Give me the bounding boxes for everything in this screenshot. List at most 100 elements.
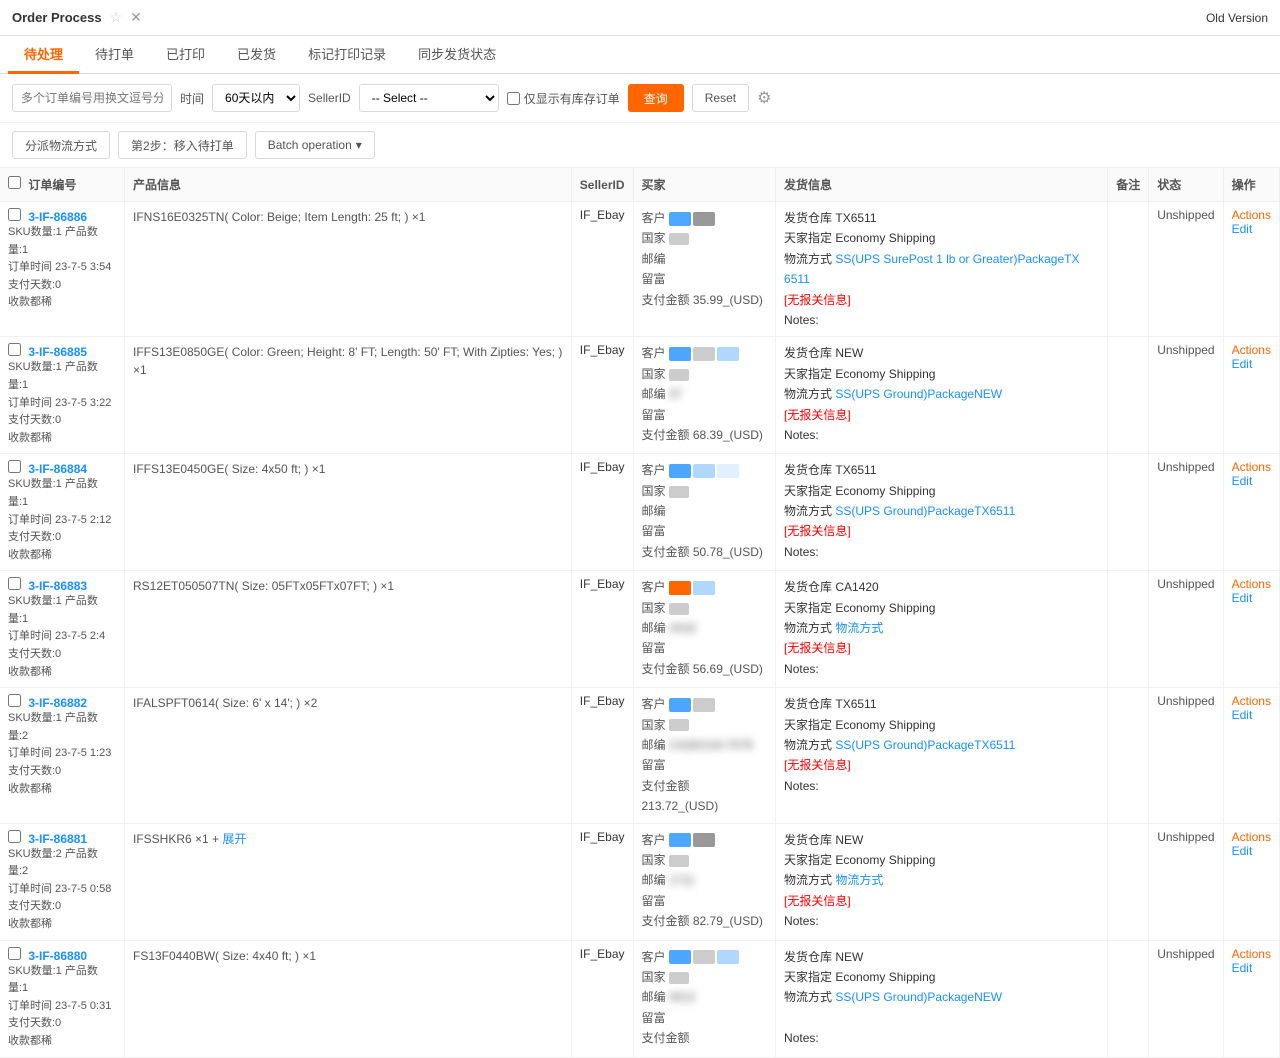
tab-pending-print[interactable]: 待打单 (79, 36, 150, 74)
window-title: Order Process (12, 10, 102, 25)
time-select[interactable]: 60天以内 30天以内 7天以内 (212, 84, 300, 112)
orders-table: 订单编号 产品信息 SellerID 买家 发货信息 备注 状态 操作 3-IF… (0, 168, 1280, 1058)
actions-container: Actions Edit (1232, 208, 1271, 236)
actions-button[interactable]: Actions (1232, 460, 1271, 474)
buyer-info: 客户 国家 邮编 CA)92118-7079 留富 支付金额 213.72_(U… (642, 694, 768, 816)
order-id-link[interactable]: 3-IF-86884 (28, 462, 87, 476)
stock-only-checkbox-label[interactable]: 仅显示有库存订单 (507, 90, 620, 107)
buyer-info: 客户 国家 邮编 1711 留富 支付金额 82.79_(USD) (642, 830, 768, 932)
actions-button[interactable]: Actions (1232, 947, 1271, 961)
col-order-id: 订单编号 (0, 168, 124, 202)
no-info-label: [无报关信息] (784, 894, 851, 908)
col-product-info: 产品信息 (124, 168, 571, 202)
row-checkbox-5[interactable] (8, 830, 21, 843)
time-label: 时间 (180, 90, 204, 107)
no-info-label: [无报关信息] (784, 524, 851, 538)
logistics-link[interactable]: SS(UPS Ground)PackageTX6511 (835, 738, 1015, 752)
shipping-info-cell: 发货仓库 CA1420 天家指定 Economy Shipping 物流方式 物… (776, 571, 1108, 688)
tab-shipped[interactable]: 已发货 (221, 36, 292, 74)
order-id-link[interactable]: 3-IF-86882 (28, 696, 87, 710)
batch-operation-button[interactable]: Batch operation ▾ (255, 131, 375, 159)
buyer-zip: CA)92118-7079 (669, 735, 753, 755)
tab-processing[interactable]: 待处理 (8, 36, 79, 74)
close-icon[interactable]: ✕ (130, 9, 142, 26)
status-badge: Unshipped (1157, 830, 1214, 844)
product-info: IFFS13E0850GE( Color: Green; Height: 8' … (133, 343, 563, 379)
buyer-zip: 2418 (669, 618, 696, 638)
logistics-link[interactable]: SS(UPS SurePost 1 lb or Greater)PackageT… (784, 252, 1079, 286)
edit-button[interactable]: Edit (1232, 474, 1253, 488)
status-cell: Unshipped (1149, 823, 1223, 940)
tab-sync-status[interactable]: 同步发货状态 (402, 36, 512, 74)
row-checkbox-1[interactable] (8, 343, 21, 356)
order-id-cell: 3-IF-86880 SKU数量:1 产品数量:1 订单时间 23-7-5 0:… (0, 940, 124, 1057)
expand-link[interactable]: 展开 (222, 832, 246, 846)
table-header-row: 订单编号 产品信息 SellerID 买家 发货信息 备注 状态 操作 (0, 168, 1280, 202)
buyer-cell: 客户 国家 邮编 2418 留富 支付金额 56.69_(USD) (633, 571, 776, 688)
filter-icon[interactable]: ⚙ (757, 88, 771, 108)
stock-only-checkbox[interactable] (507, 92, 520, 105)
actions-cell: Actions Edit (1223, 454, 1279, 571)
shipping-info: 发货仓库 NEW 天家指定 Economy Shipping 物流方式 SS(U… (784, 343, 1099, 445)
search-button[interactable]: 查询 (628, 84, 684, 112)
row-checkbox-3[interactable] (8, 577, 21, 590)
buyer-info: 客户 国家 邮编 2418 留富 支付金额 56.69_(USD) (642, 577, 768, 679)
edit-button[interactable]: Edit (1232, 222, 1253, 236)
step2-button[interactable]: 第2步：移入待打单 (118, 131, 247, 159)
edit-button[interactable]: Edit (1232, 961, 1253, 975)
order-id-link[interactable]: 3-IF-86885 (28, 345, 87, 359)
row-checkbox-4[interactable] (8, 694, 21, 707)
star-icon[interactable]: ☆ (110, 9, 123, 26)
edit-button[interactable]: Edit (1232, 708, 1253, 722)
logistics-link[interactable]: 物流方式 (835, 873, 883, 887)
buyer-cell: 客户 国家 邮编 37 留富 支付金额 68.39_(USD) (633, 337, 776, 454)
seller-id-cell: IF_Ebay (571, 940, 633, 1057)
notes-cell (1108, 823, 1149, 940)
seller-id-select[interactable]: -- Select -- (359, 84, 499, 112)
logistics-link[interactable]: 物流方式 (835, 621, 883, 635)
actions-button[interactable]: Actions (1232, 577, 1271, 591)
buyer-zip: 1711 (669, 870, 695, 890)
notes-cell (1108, 202, 1149, 337)
status-cell: Unshipped (1149, 571, 1223, 688)
status-cell: Unshipped (1149, 454, 1223, 571)
buyer-info: 客户 国家 邮编 3012 留富 支付金额 (642, 947, 768, 1049)
row-checkbox-2[interactable] (8, 460, 21, 473)
order-id-link[interactable]: 3-IF-86883 (28, 579, 87, 593)
order-id-cell: 3-IF-86884 SKU数量:1 产品数量:1 订单时间 23-7-5 2:… (0, 454, 124, 571)
seller-id-value: IF_Ebay (580, 577, 625, 591)
actions-button[interactable]: Actions (1232, 830, 1271, 844)
tab-print-records[interactable]: 标记打印记录 (292, 36, 402, 74)
actions-button[interactable]: Actions (1232, 694, 1271, 708)
stock-only-label: 仅显示有库存订单 (524, 90, 620, 107)
order-id-link[interactable]: 3-IF-86880 (28, 949, 87, 963)
shipping-info: 发货仓库 TX6511 天家指定 Economy Shipping 物流方式 S… (784, 208, 1099, 330)
edit-button[interactable]: Edit (1232, 357, 1253, 371)
chevron-down-icon: ▾ (356, 138, 362, 152)
select-all-checkbox[interactable] (8, 176, 21, 189)
logistics-link[interactable]: SS(UPS Ground)PackageNEW (835, 387, 1002, 401)
row-checkbox-0[interactable] (8, 208, 21, 221)
logistics-link[interactable]: SS(UPS Ground)PackageNEW (835, 990, 1002, 1004)
actions-button[interactable]: Actions (1232, 208, 1271, 222)
order-id-cell: 3-IF-86882 SKU数量:1 产品数量:2 订单时间 23-7-5 1:… (0, 688, 124, 823)
seller-id-value: IF_Ebay (580, 947, 625, 961)
orders-table-container: 订单编号 产品信息 SellerID 买家 发货信息 备注 状态 操作 3-IF… (0, 168, 1280, 1058)
row-checkbox-6[interactable] (8, 947, 21, 960)
order-number-input[interactable] (12, 84, 172, 112)
status-cell: Unshipped (1149, 940, 1223, 1057)
edit-button[interactable]: Edit (1232, 591, 1253, 605)
order-id-link[interactable]: 3-IF-86886 (28, 210, 87, 224)
step1-button[interactable]: 分派物流方式 (12, 131, 110, 159)
no-info-label: [无报关信息] (784, 758, 851, 772)
shipping-info-cell: 发货仓库 NEW 天家指定 Economy Shipping 物流方式 SS(U… (776, 940, 1108, 1057)
actions-button[interactable]: Actions (1232, 343, 1271, 357)
address-label: 收款都稀 (8, 918, 52, 930)
reset-button[interactable]: Reset (692, 84, 749, 112)
edit-button[interactable]: Edit (1232, 844, 1253, 858)
tab-printed[interactable]: 已打印 (150, 36, 221, 74)
table-row: 3-IF-86884 SKU数量:1 产品数量:1 订单时间 23-7-5 2:… (0, 454, 1280, 571)
seller-id-value: IF_Ebay (580, 208, 625, 222)
logistics-link[interactable]: SS(UPS Ground)PackageTX6511 (835, 504, 1015, 518)
order-id-link[interactable]: 3-IF-86881 (28, 832, 87, 846)
